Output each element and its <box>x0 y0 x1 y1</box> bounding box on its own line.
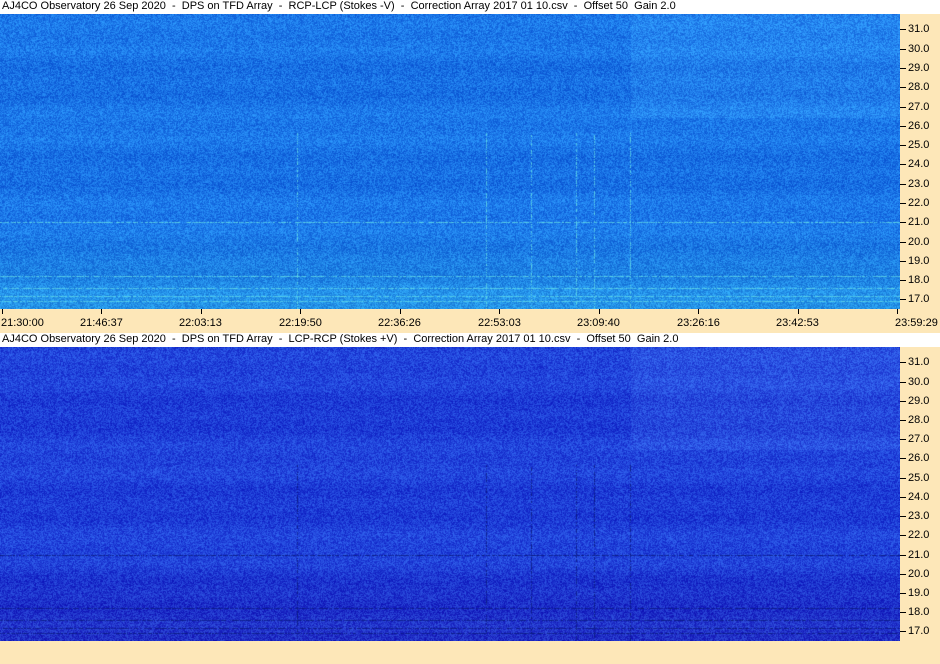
x-tick <box>798 309 799 314</box>
y-tick <box>900 145 906 146</box>
y-tick <box>900 299 906 300</box>
y-tick-label: 28.0 <box>908 81 930 93</box>
y-tick <box>900 420 906 421</box>
y-tick <box>900 222 906 223</box>
y-tick <box>900 535 906 536</box>
time-axis: 21:30:00 21:46:37 22:03:13 22:19:50 22:36:26… <box>0 309 940 333</box>
x-tick <box>2 309 3 314</box>
y-tick-label: 25.0 <box>908 472 930 484</box>
x-tick <box>201 309 202 314</box>
bottom-spectrogram-title: AJ4CO Observatory 26 Sep 2020 - DPS on T… <box>2 333 679 345</box>
y-tick <box>900 107 906 108</box>
y-tick <box>900 497 906 498</box>
y-tick <box>900 126 906 127</box>
y-tick-label: 26.0 <box>908 452 930 464</box>
y-tick-label: 29.0 <box>908 62 930 74</box>
x-tick-label: 23:26:16 <box>677 317 720 329</box>
y-tick <box>900 29 906 30</box>
bottom-spectrogram-plot <box>0 347 900 641</box>
y-tick-label: 20.0 <box>908 236 930 248</box>
y-tick-label: 23.0 <box>908 178 930 190</box>
x-tick-label: 21:46:37 <box>80 317 123 329</box>
y-tick-label: 21.0 <box>908 216 930 228</box>
x-tick <box>599 309 600 314</box>
y-tick <box>900 203 906 204</box>
y-tick <box>900 574 906 575</box>
x-tick <box>499 309 500 314</box>
x-tick <box>400 309 401 314</box>
y-tick-label: 24.0 <box>908 491 930 503</box>
y-tick-label: 25.0 <box>908 139 930 151</box>
x-tick-label: 23:09:40 <box>577 317 620 329</box>
x-tick <box>698 309 699 314</box>
y-tick-label: 27.0 <box>908 101 930 113</box>
y-tick-label: 18.0 <box>908 274 930 286</box>
y-tick-label: 31.0 <box>908 23 930 35</box>
y-tick-label: 18.0 <box>908 606 930 618</box>
y-tick <box>900 439 906 440</box>
y-tick <box>900 362 906 363</box>
y-tick-label: 23.0 <box>908 510 930 522</box>
y-tick-label: 20.0 <box>908 568 930 580</box>
y-tick <box>900 242 906 243</box>
bottom-spectrogram-canvas <box>0 347 900 641</box>
y-tick-label: 30.0 <box>908 43 930 55</box>
y-tick-label: 17.0 <box>908 293 930 305</box>
y-tick <box>900 87 906 88</box>
y-tick <box>900 164 906 165</box>
x-tick <box>101 309 102 314</box>
top-spectrogram-title: AJ4CO Observatory 26 Sep 2020 - DPS on T… <box>2 0 676 12</box>
y-tick-label: 19.0 <box>908 255 930 267</box>
x-tick-label: 23:42:53 <box>776 317 819 329</box>
y-tick-label: 19.0 <box>908 587 930 599</box>
y-tick-label: 29.0 <box>908 395 930 407</box>
x-tick-label: 23:59:29 <box>895 317 938 329</box>
y-tick <box>900 184 906 185</box>
y-tick <box>900 593 906 594</box>
y-tick <box>900 261 906 262</box>
y-tick <box>900 478 906 479</box>
y-tick <box>900 401 906 402</box>
y-tick <box>900 458 906 459</box>
top-frequency-axis: 31.0 30.0 29.0 28.0 27.0 26.0 25.0 24.0 23.0 22.0… <box>900 14 940 309</box>
y-tick-label: 24.0 <box>908 158 930 170</box>
y-tick-label: 28.0 <box>908 414 930 426</box>
x-tick-label: 22:36:26 <box>378 317 421 329</box>
y-tick <box>900 516 906 517</box>
y-tick <box>900 280 906 281</box>
x-tick <box>300 309 301 314</box>
y-tick <box>900 382 906 383</box>
x-tick <box>897 309 898 314</box>
y-tick-label: 26.0 <box>908 120 930 132</box>
y-tick <box>900 631 906 632</box>
x-tick-label: 22:19:50 <box>279 317 322 329</box>
bottom-time-axis-strip <box>0 641 940 664</box>
y-tick-label: 27.0 <box>908 433 930 445</box>
y-tick-label: 22.0 <box>908 529 930 541</box>
y-tick <box>900 49 906 50</box>
y-tick <box>900 555 906 556</box>
y-tick <box>900 612 906 613</box>
y-tick-label: 17.0 <box>908 625 930 637</box>
y-tick-label: 22.0 <box>908 197 930 209</box>
x-tick-label: 22:03:13 <box>179 317 222 329</box>
y-tick-label: 21.0 <box>908 549 930 561</box>
y-tick <box>900 68 906 69</box>
x-tick-label: 22:53:03 <box>478 317 521 329</box>
y-tick-label: 30.0 <box>908 376 930 388</box>
x-tick-label: 21:30:00 <box>1 317 44 329</box>
top-spectrogram-plot <box>0 14 900 309</box>
bottom-frequency-axis: 31.0 30.0 29.0 28.0 27.0 26.0 25.0 24.0 23.0 22.0… <box>900 347 940 641</box>
top-spectrogram-canvas <box>0 14 900 309</box>
y-tick-label: 31.0 <box>908 356 930 368</box>
